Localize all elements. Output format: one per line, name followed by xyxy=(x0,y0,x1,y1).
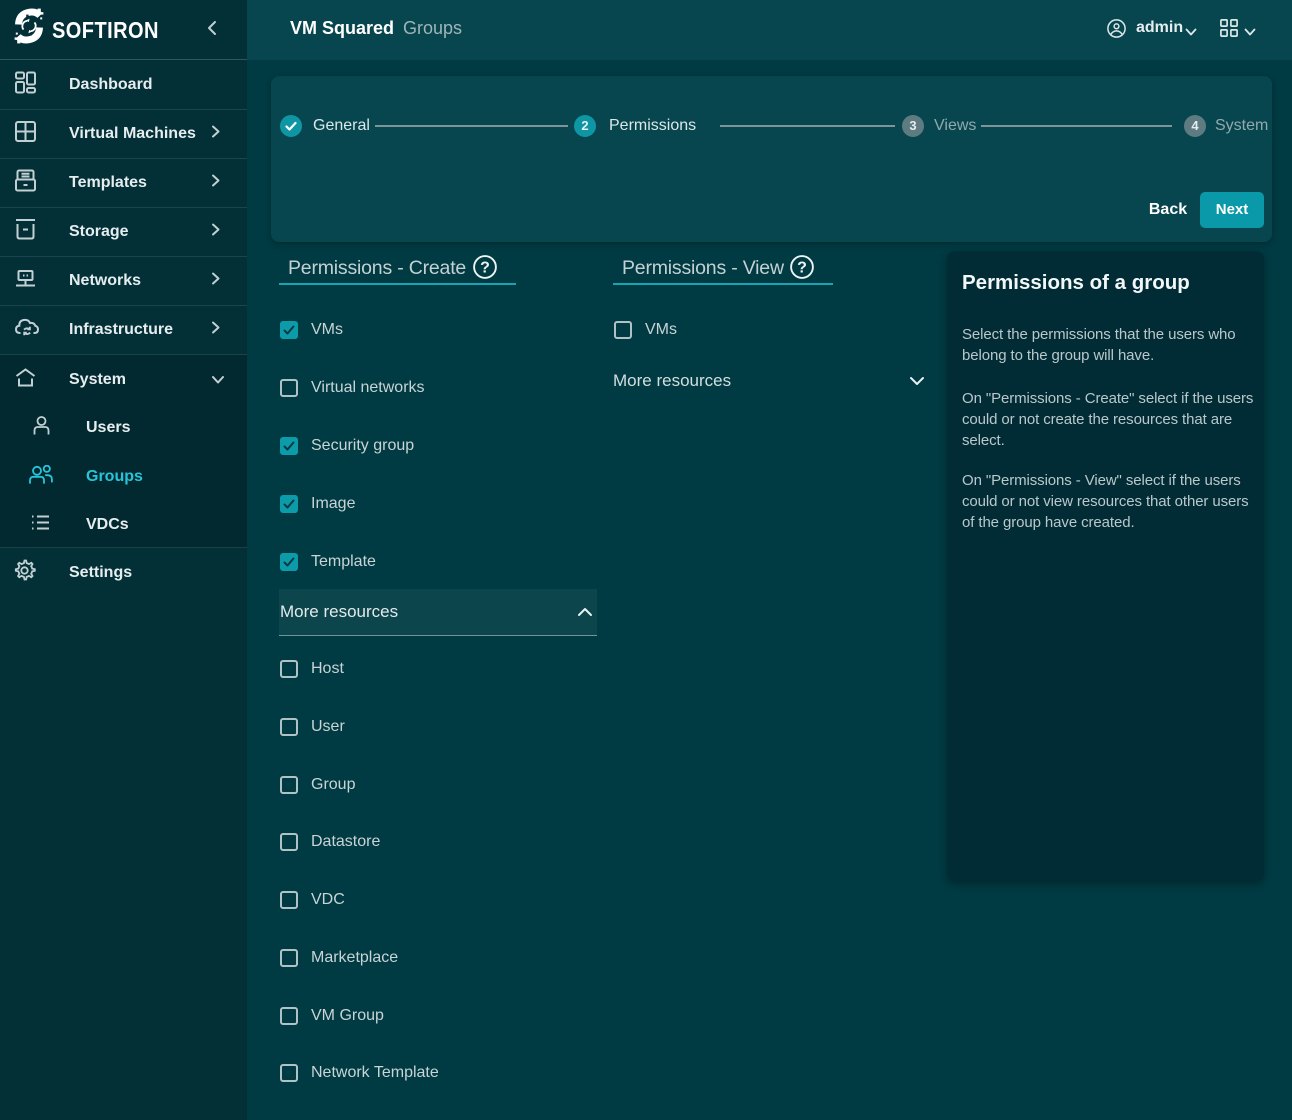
svg-text:?: ? xyxy=(797,260,807,277)
svg-text:?: ? xyxy=(480,260,490,277)
